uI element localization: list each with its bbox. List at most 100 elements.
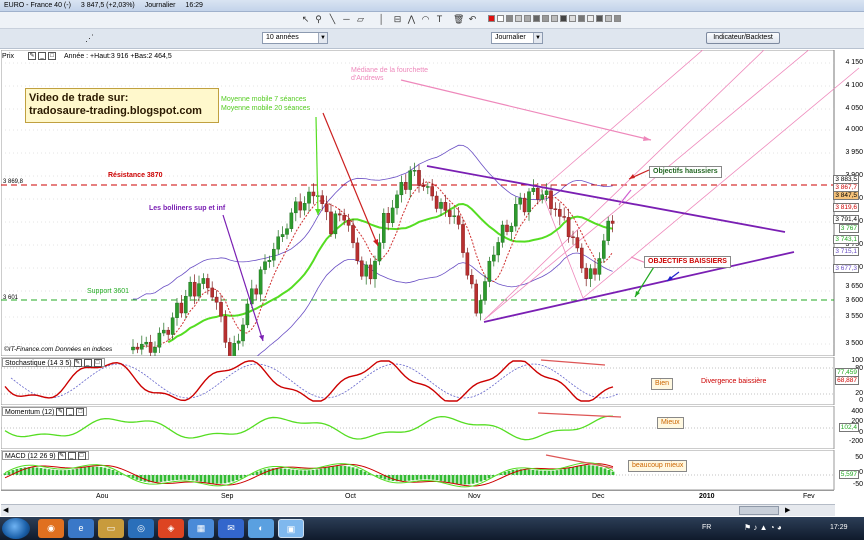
interval-select[interactable]: Journalier ▼ [491,32,543,44]
y-tick: 3 500 [845,340,863,347]
support-label: Support 3601 [87,288,130,295]
period-select[interactable]: 10 années ▼ [262,32,328,44]
macd-title: MACD (12 26 9) [5,453,56,460]
color-swatch-lightgrey[interactable] [515,15,522,22]
color-swatch-darkgrey[interactable] [533,15,540,22]
horizontal-line-icon[interactable]: ─ [341,14,352,25]
x-tick: Aou [96,493,109,500]
price-panel[interactable]: Prix ✎ _ □ Année : +Haut:3 916 +Bas:2 464,… [1,50,864,356]
support-level-label: 3 601 [3,295,19,301]
color-swatch-black[interactable] [560,15,567,22]
momentum-panel[interactable]: Momentum (12) ✎ _ □ 400 200 0 -200 102,4 Mi… [1,406,864,449]
folder-icon[interactable]: ▭ [98,519,124,538]
color-swatch-charcoal[interactable] [596,15,603,22]
minimize-icon[interactable]: _ [83,359,92,367]
app-icon-6[interactable]: ▦ [188,519,214,538]
chart-type-icon[interactable]: ⋰ [84,33,95,44]
price-panel-title: Prix [2,53,15,60]
app-icon-7[interactable]: ✉ [218,519,244,538]
last-price-box: 3 847,5 [833,191,859,200]
interval-select-value: Journalier [495,34,526,41]
indicator-backtest-button[interactable]: Indicateur/Backtest [706,32,780,44]
x-tick: Sep [221,493,234,500]
app-icon-8[interactable]: ◐ [248,519,274,538]
x-tick: Oct [345,493,356,500]
app-icon-1[interactable]: ◉ [38,519,64,538]
color-swatch-grey[interactable] [506,15,513,22]
settings-icon[interactable]: ✎ [73,359,82,367]
drawing-toolbar: ↖ ⚲ ╲ ─ ▱ │ ⊟ ⋀ ◠ T 🗑 ↶ [0,12,864,29]
macd-y-tick: 50 [855,454,863,461]
app-icon-9[interactable]: ▣ [278,519,304,538]
arc-icon[interactable]: ◠ [420,14,431,25]
clock: 17:29 [830,524,848,531]
settings-icon[interactable]: ✎ [28,52,37,60]
price-box: 3 743,1 [833,235,859,244]
scroll-left-icon[interactable]: ◀ [3,506,12,515]
windows-taskbar: ◉ e ▭ ◎ ◈ ▦ ✉ ◐ ▣ FR ⚑ ♪ ▲ ◔ ◕ 17:29 [0,517,864,540]
color-swatch-light[interactable] [569,15,576,22]
video-banner-line2: tradosaure-trading.blogspot.com [29,105,202,117]
fibonacci-icon[interactable]: ⊟ [392,14,403,25]
price-box: 3 819,6 [833,203,859,212]
app-icon-5[interactable]: ◈ [158,519,184,538]
minimize-icon[interactable]: _ [66,408,75,416]
maximize-icon[interactable]: □ [48,52,57,60]
minimize-icon[interactable]: _ [67,452,76,460]
zoom-icon[interactable]: ⚲ [313,14,324,25]
app-icon-4[interactable]: ◎ [128,519,154,538]
momentum-title: Momentum (12) [5,409,55,416]
minimize-icon[interactable]: _ [38,52,47,60]
color-swatch-gray[interactable] [605,15,612,22]
objectifs-haussiers-label: Objectifs haussiers [649,166,722,178]
andrews-median-label-1: Médiane de la fourchette [351,67,429,74]
macd-value-box: 5,597 [838,470,859,479]
color-swatch-slate[interactable] [614,15,621,22]
price-box: 3 715,1 [833,247,859,256]
chevron-down-icon: ▼ [533,33,542,43]
color-swatch-white[interactable] [497,15,504,22]
color-swatch-midgrey[interactable] [542,15,549,22]
ie-icon[interactable]: e [68,519,94,538]
maximize-icon[interactable]: □ [76,408,85,416]
maximize-icon[interactable]: □ [93,359,102,367]
color-swatch-dim[interactable] [578,15,585,22]
text-tool-icon[interactable]: T [434,14,445,25]
channel-icon[interactable]: ▱ [355,14,366,25]
system-tray: FR ⚑ ♪ ▲ ◔ ◕ 17:29 [684,517,864,540]
x-tick: 2010 [699,493,715,500]
y-tick: 4 100 [845,82,863,89]
settings-icon[interactable]: ✎ [57,452,66,460]
price-panel-header: Prix ✎ _ □ Année : +Haut:3 916 +Bas:2 464,… [2,52,172,61]
trash-icon[interactable]: 🗑 [453,14,464,25]
color-swatch-red[interactable] [488,15,495,22]
video-banner[interactable]: Video de trade sur: tradosaure-trading.b… [25,88,219,123]
language-indicator[interactable]: FR [702,524,711,531]
video-banner-line1: Video de trade sur: [29,92,129,104]
cursor-icon[interactable]: ↖ [300,14,311,25]
vertical-line-icon[interactable]: │ [376,14,387,25]
scrollbar-thumb[interactable] [739,506,779,515]
line-tool-icon[interactable]: ╲ [327,14,338,25]
y-tick: 3 650 [845,283,863,290]
mm20-label: Moyenne mobile 20 séances [221,105,311,112]
horizontal-scrollbar[interactable]: ◀ ▶ [1,504,835,516]
period-label: Journalier [144,2,176,9]
undo-icon[interactable]: ↶ [467,14,478,25]
stochastic-panel[interactable]: Stochastique (14 3 5) ✎ _ □ 100 80 20 0 77,… [1,357,864,405]
andrews-icon[interactable]: ⋀ [406,14,417,25]
color-swatch-offwhite[interactable] [587,15,594,22]
time-label: 16:29 [185,2,203,9]
settings-icon[interactable]: ✎ [56,408,65,416]
tray-icons[interactable]: ⚑ ♪ ▲ ◔ ◕ [744,523,782,532]
mom-y-tick: -200 [848,438,863,445]
beaucoup-mieux-label: beaucoup mieux [628,460,688,472]
color-swatch-pale[interactable] [551,15,558,22]
x-tick: Fev [803,493,815,500]
color-swatch-silver[interactable] [524,15,531,22]
stoch-y-tick: 100 [851,357,863,364]
maximize-icon[interactable]: □ [77,452,86,460]
start-button[interactable] [2,518,30,539]
scroll-right-icon[interactable]: ▶ [785,506,794,515]
macd-panel[interactable]: MACD (12 26 9) ✎ _ □ 50 0 -50 5,597 beaucou… [1,450,864,490]
